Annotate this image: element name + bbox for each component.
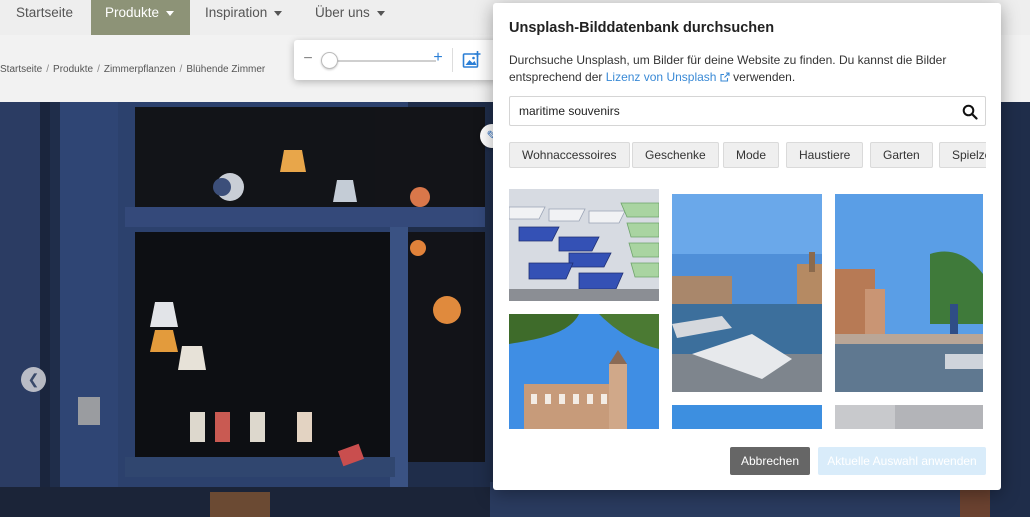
zoom-in-icon[interactable]: + [431,49,445,67]
breadcrumb-link[interactable]: Zimmerpflanzen [104,64,176,75]
result-image [835,194,983,392]
tag-geschenke[interactable]: Geschenke [632,142,719,168]
external-link-icon [720,72,730,82]
result-image-boats[interactable] [509,189,659,301]
unsplash-license-link[interactable]: Lizenz von Unsplash [606,70,730,84]
image-results-grid [509,189,986,429]
license-link-label: Lizenz von Unsplash [605,70,717,84]
zoom-out-icon[interactable]: − [302,50,314,68]
result-image-sign[interactable] [835,405,983,429]
carousel-prev-button[interactable]: ❮ [21,367,46,392]
toolbar-divider [452,48,453,72]
result-image-sky[interactable] [672,405,822,429]
search-icon[interactable] [962,104,978,120]
zoom-slider-handle[interactable] [321,52,338,69]
result-image [672,405,822,429]
chevron-left-icon: ❮ [27,371,40,387]
tag-spielzeug[interactable]: Spielzeug [939,142,986,168]
breadcrumb-separator: / [46,64,50,75]
nav-label: Inspiration [205,5,268,20]
apply-selection-button[interactable]: Aktuelle Auswahl anwenden [818,447,986,475]
search-box [509,96,986,126]
breadcrumb-separator: / [179,64,183,75]
tag-haustiere[interactable]: Haustiere [786,142,864,168]
category-tags: Wohnaccessoires Geschenke Mode Haustiere… [509,142,986,168]
breadcrumb-current: Blühende Zimmer [186,64,266,75]
result-image-canal-houses[interactable] [835,194,983,392]
result-image [509,189,659,301]
chevron-down-icon [376,10,385,16]
nav-label: Produkte [105,5,160,20]
chevron-down-icon [274,10,283,16]
nav-item-ueber-uns[interactable]: Über uns [301,0,399,35]
result-image [672,194,822,392]
nav-item-produkte[interactable]: Produkte [91,0,190,35]
chevron-down-icon [166,10,175,16]
nav-item-inspiration[interactable]: Inspiration [191,0,296,35]
cancel-button[interactable]: Abbrechen [730,447,810,475]
description-text-end: verwenden. [729,70,796,84]
breadcrumb-link[interactable]: Startseite [0,64,42,75]
nav-item-startseite[interactable]: Startseite [2,0,87,35]
result-image [509,314,659,429]
breadcrumb-separator: / [97,64,100,75]
nav-label: Startseite [16,5,74,20]
image-zoom-toolbar: − + [294,40,502,80]
tag-wohnaccessoires[interactable]: Wohnaccessoires [509,142,630,168]
result-image-canal-boats[interactable] [672,194,822,392]
breadcrumb-link[interactable]: Produkte [53,64,93,75]
result-image-building[interactable] [509,314,659,429]
result-image [835,405,983,429]
dialog-title: Unsplash-Bilddatenbank durchsuchen [509,20,775,36]
breadcrumb: Startseite / Produkte / Zimmerpflanzen / Blühe… [0,64,295,75]
search-input[interactable] [510,97,950,125]
zoom-slider-track[interactable] [324,60,436,62]
dialog-description: Durchsuche Unsplash, um Bilder für deine… [509,52,985,86]
tag-mode[interactable]: Mode [723,142,780,168]
unsplash-search-dialog: Unsplash-Bilddatenbank durchsuchen Durch… [493,3,1001,490]
tag-garten[interactable]: Garten [870,142,933,168]
nav-label: Über uns [315,5,370,20]
add-image-icon[interactable] [462,50,482,70]
